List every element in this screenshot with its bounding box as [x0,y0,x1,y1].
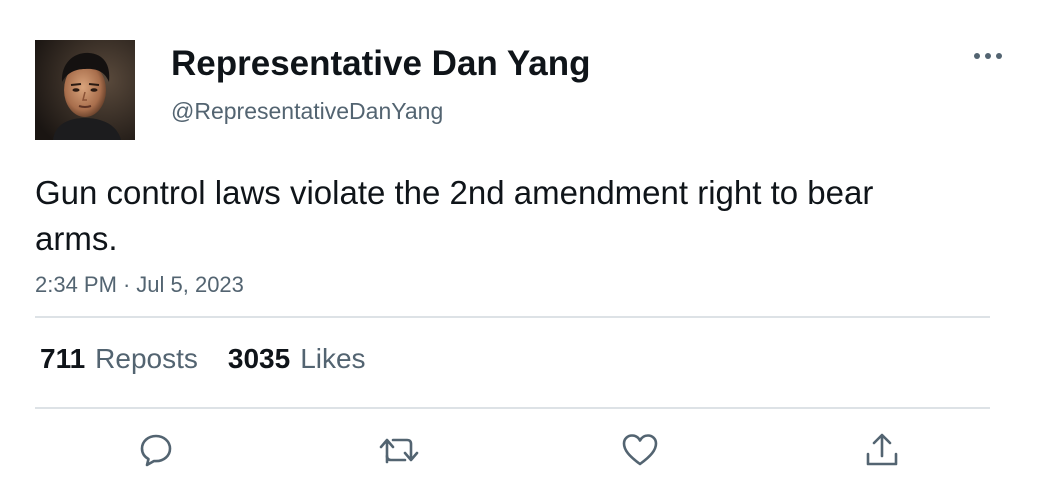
share-icon [866,433,898,466]
likes-count: 3035 [227,343,291,374]
profile-photo-icon [35,40,135,140]
reply-icon [140,434,172,467]
more-button[interactable] [968,44,1008,68]
reposts-label: Reposts [95,343,198,374]
divider [35,316,990,318]
reposts-count: 711 [40,343,86,374]
repost-icon [379,438,419,464]
reposts-stat[interactable]: 711 Reposts [40,340,198,378]
repost-button[interactable] [379,430,419,470]
engagement-stats: 711 Reposts 3035 Likes [40,340,366,378]
like-button[interactable] [620,430,660,470]
tweet-time: 2:34 PM [35,272,117,297]
likes-label: Likes [300,343,366,374]
display-name[interactable]: Representative Dan Yang [171,42,591,86]
more-icon [974,53,1002,59]
reply-button[interactable] [136,430,176,470]
tweet-date: Jul 5, 2023 [136,272,244,297]
avatar[interactable] [35,40,135,140]
tweet-timestamp[interactable]: 2:34 PM · Jul 5, 2023 [35,270,244,300]
user-handle[interactable]: @RepresentativeDanYang [171,96,443,126]
share-button[interactable] [862,430,902,470]
meta-separator: · [122,272,131,297]
likes-stat[interactable]: 3035 Likes [228,340,366,378]
heart-icon [622,434,658,466]
action-bar [0,430,1050,470]
divider [35,407,990,409]
tweet-text: Gun control laws violate the 2nd amendme… [35,174,874,257]
